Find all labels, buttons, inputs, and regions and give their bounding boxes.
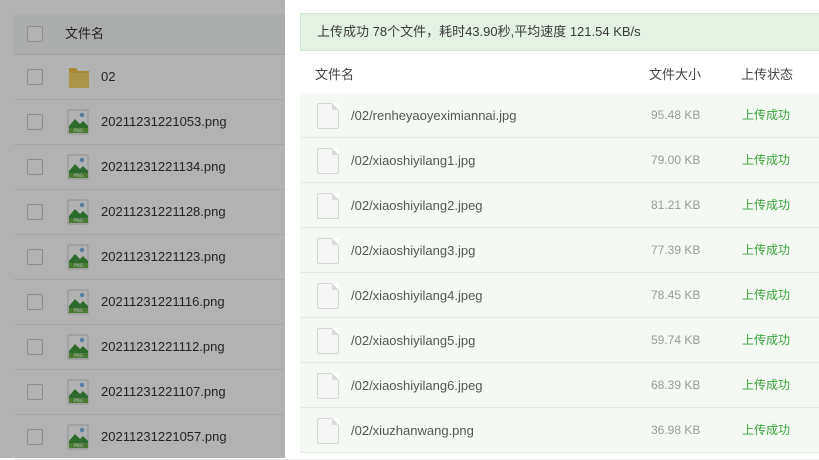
file-icon xyxy=(317,283,339,309)
upload-status: 上传成功 xyxy=(742,288,791,302)
upload-row: /02/xiaoshiyilang3.jpg 77.39 KB 上传成功 xyxy=(300,228,819,273)
upload-table-header: 文件名 文件大小 上传状态 xyxy=(300,56,819,95)
file-icon xyxy=(317,103,339,129)
upload-row: /02/xiaoshiyilang1.jpg 79.00 KB 上传成功 xyxy=(300,138,819,183)
upload-dialog: 上传成功 78个文件，耗时43.90秒,平均速度 121.54 KB/s 文件名… xyxy=(285,0,819,458)
column-filesize: 文件大小 xyxy=(649,67,702,82)
upload-success-banner: 上传成功 78个文件，耗时43.90秒,平均速度 121.54 KB/s xyxy=(300,13,819,51)
column-upload-status: 上传状态 xyxy=(741,67,794,82)
file-icon xyxy=(317,193,339,219)
upload-file-size: 36.98 KB xyxy=(651,423,701,437)
upload-file-path: /02/xiaoshiyilang3.jpg xyxy=(351,243,476,258)
upload-file-path: /02/xiaoshiyilang1.jpg xyxy=(351,153,476,168)
upload-row: /02/renheyaoyeximiannai.jpg 95.48 KB 上传成功 xyxy=(300,93,819,138)
upload-file-size: 95.48 KB xyxy=(651,108,701,122)
upload-row: /02/xiuzhanwang.png 36.98 KB 上传成功 xyxy=(300,408,819,453)
upload-file-size: 81.21 KB xyxy=(651,198,701,212)
upload-file-path: /02/xiaoshiyilang2.jpeg xyxy=(351,198,483,213)
upload-row: /02/xiaoshiyilang4.jpeg 78.45 KB 上传成功 xyxy=(300,273,819,318)
upload-status: 上传成功 xyxy=(742,333,791,347)
upload-status: 上传成功 xyxy=(742,243,791,257)
upload-file-path: /02/renheyaoyeximiannai.jpg xyxy=(351,108,517,123)
upload-row: /02/xiaoshiyilang6.jpeg 68.39 KB 上传成功 xyxy=(300,363,819,408)
upload-file-path: /02/xiaoshiyilang6.jpeg xyxy=(351,378,483,393)
upload-status: 上传成功 xyxy=(742,108,791,122)
upload-status: 上传成功 xyxy=(742,198,791,212)
file-icon xyxy=(317,373,339,399)
upload-file-path: /02/xiuzhanwang.png xyxy=(351,423,474,438)
file-icon xyxy=(317,418,339,444)
upload-file-path: /02/xiaoshiyilang5.jpg xyxy=(351,333,476,348)
file-icon xyxy=(317,328,339,354)
upload-file-size: 79.00 KB xyxy=(651,153,701,167)
file-icon xyxy=(317,238,339,264)
upload-file-size: 59.74 KB xyxy=(651,333,701,347)
upload-row: /02/xiaoshiyilang5.jpg 59.74 KB 上传成功 xyxy=(300,318,819,363)
file-icon xyxy=(317,148,339,174)
upload-status: 上传成功 xyxy=(742,153,791,167)
upload-file-size: 78.45 KB xyxy=(651,288,701,302)
upload-file-size: 77.39 KB xyxy=(651,243,701,257)
upload-file-size: 68.39 KB xyxy=(651,378,701,392)
upload-row: /02/xiaoshiyilang2.jpeg 81.21 KB 上传成功 xyxy=(300,183,819,228)
upload-status: 上传成功 xyxy=(742,423,791,437)
column-filename: 文件名 xyxy=(315,67,355,82)
upload-status: 上传成功 xyxy=(742,378,791,392)
upload-file-path: /02/xiaoshiyilang4.jpeg xyxy=(351,288,483,303)
